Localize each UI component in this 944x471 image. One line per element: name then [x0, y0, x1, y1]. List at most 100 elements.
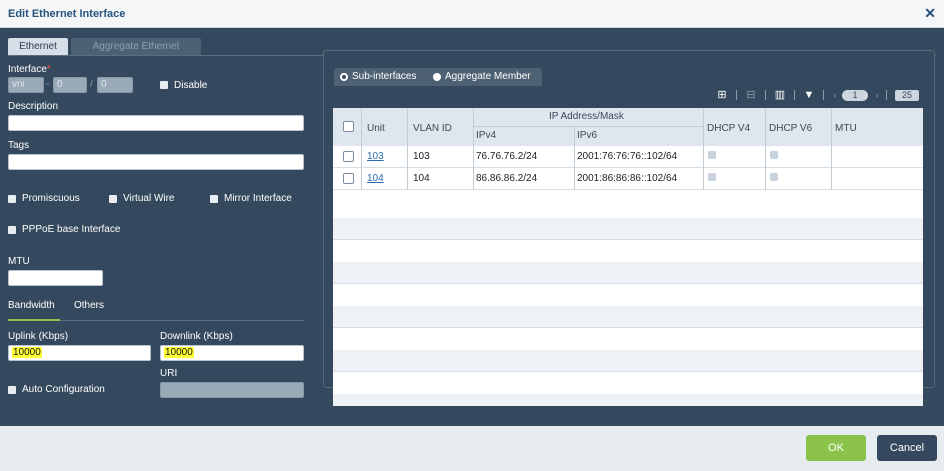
description-field[interactable]	[8, 115, 304, 131]
row-checkbox[interactable]	[343, 173, 354, 184]
ipv6-cell: 2001:86:86:86::102/64	[577, 173, 678, 184]
vlan-id-cell: 103	[413, 151, 430, 162]
col-dhcp-v4[interactable]: DHCP V4	[707, 123, 750, 134]
dhcp-v4-checkbox[interactable]	[708, 151, 716, 159]
row-checkbox[interactable]	[343, 151, 354, 162]
delete-icon[interactable]: ⊟	[745, 89, 757, 101]
col-ipv6[interactable]: IPv6	[577, 130, 597, 141]
required-mark: *	[46, 64, 51, 75]
toolbar-separator	[823, 90, 824, 100]
page-number[interactable]: 1	[842, 90, 868, 101]
empty-row	[333, 306, 923, 328]
columns-icon[interactable]: ▥	[774, 89, 786, 101]
mtu-field[interactable]	[8, 270, 103, 286]
unit-link[interactable]: 103	[367, 151, 384, 162]
virtual-wire-label: Virtual Wire	[123, 193, 175, 204]
unit-link[interactable]: 104	[367, 173, 384, 184]
interface-label: Interface*	[8, 64, 51, 75]
dialog-titlebar: Edit Ethernet Interface ✕	[0, 0, 944, 28]
prev-page-icon[interactable]: ‹	[829, 89, 841, 101]
disable-label: Disable	[174, 80, 208, 91]
interface-type-field[interactable]: vni	[8, 77, 44, 93]
col-dhcp-v6[interactable]: DHCP V6	[769, 123, 812, 134]
next-page-icon[interactable]: ›	[871, 89, 883, 101]
auto-configuration-checkbox[interactable]	[8, 386, 16, 394]
dialog-body: Ethernet Aggregate Ethernet Interface* v…	[0, 28, 944, 426]
interface-port-field[interactable]: 0	[97, 77, 133, 93]
auto-configuration-label: Auto Configuration	[22, 384, 105, 395]
empty-row	[333, 350, 923, 372]
ipv4-cell: 76.76.76.2/24	[476, 151, 538, 162]
interface-separator-dash: -	[46, 79, 50, 90]
pppoe-label: PPPoE base Interface	[22, 224, 121, 235]
col-ipv4[interactable]: IPv4	[476, 130, 496, 141]
mirror-interface-label: Mirror Interface	[224, 193, 292, 204]
member-type-radio-group: Sub-interfaces Aggregate Member	[334, 68, 542, 86]
subtab-active-indicator	[8, 319, 60, 321]
subtab-others[interactable]: Others	[74, 300, 104, 311]
toolbar-separator	[765, 90, 766, 100]
page-size[interactable]: 25	[895, 90, 919, 101]
select-all-checkbox[interactable]	[343, 121, 354, 132]
cancel-button[interactable]: Cancel	[877, 435, 937, 461]
sub-interfaces-radio[interactable]	[340, 73, 348, 81]
table-header: Unit VLAN ID IP Address/Mask IPv4 IPv6 D…	[333, 108, 923, 146]
subtab-bandwidth[interactable]: Bandwidth	[8, 300, 55, 311]
virtual-wire-checkbox[interactable]	[109, 195, 117, 203]
col-divider	[831, 108, 832, 190]
interface-separator-slash: /	[90, 79, 93, 90]
toolbar-separator	[736, 90, 737, 100]
col-unit[interactable]: Unit	[367, 123, 385, 134]
uri-field[interactable]	[160, 382, 304, 398]
dialog-title: Edit Ethernet Interface	[8, 8, 126, 20]
downlink-label: Downlink (Kbps)	[160, 331, 233, 342]
dhcp-v4-checkbox[interactable]	[708, 173, 716, 181]
downlink-field[interactable]: 10000	[160, 345, 304, 361]
uplink-field[interactable]: 10000	[8, 345, 151, 361]
empty-row	[333, 394, 923, 406]
close-icon[interactable]: ✕	[924, 5, 936, 22]
header-group-divider	[473, 126, 703, 127]
table-row[interactable]: 103 103 76.76.76.2/24 2001:76:76:76::102…	[333, 146, 923, 168]
uplink-label: Uplink (Kbps)	[8, 331, 69, 342]
disable-checkbox[interactable]	[160, 81, 168, 89]
col-mtu[interactable]: MTU	[835, 123, 857, 134]
filter-icon[interactable]: ▼	[803, 89, 815, 101]
table-row[interactable]: 104 104 86.86.86.2/24 2001:86:86:86::102…	[333, 168, 923, 190]
sub-interfaces-label: Sub-interfaces	[352, 71, 417, 82]
col-divider	[473, 108, 474, 190]
col-divider	[407, 108, 408, 190]
ok-button[interactable]: OK	[806, 435, 866, 461]
uri-label: URI	[160, 368, 178, 379]
aggregate-member-label: Aggregate Member	[445, 71, 531, 82]
dialog-footer	[0, 426, 944, 471]
toolbar-separator	[886, 90, 887, 100]
col-divider	[574, 126, 575, 190]
ipv4-cell: 86.86.86.2/24	[476, 173, 538, 184]
mirror-interface-checkbox[interactable]	[210, 195, 218, 203]
toolbar-separator	[794, 90, 795, 100]
col-vlan-id[interactable]: VLAN ID	[413, 123, 452, 134]
tab-ethernet[interactable]: Ethernet	[8, 38, 68, 55]
promiscuous-label: Promiscuous	[22, 193, 80, 204]
aggregate-member-radio[interactable]	[433, 73, 441, 81]
vlan-id-cell: 104	[413, 173, 430, 184]
dhcp-v6-checkbox[interactable]	[770, 151, 778, 159]
promiscuous-checkbox[interactable]	[8, 195, 16, 203]
description-label: Description	[8, 101, 59, 112]
col-ip-address-group: IP Address/Mask	[549, 111, 624, 122]
empty-row	[333, 262, 923, 284]
tags-field[interactable]	[8, 154, 304, 170]
dhcp-v6-checkbox[interactable]	[770, 173, 778, 181]
downlink-value: 10000	[164, 347, 194, 358]
tags-label: Tags	[8, 140, 30, 151]
add-icon[interactable]: ⊞	[716, 89, 728, 101]
tab-aggregate-ethernet[interactable]: Aggregate Ethernet	[71, 38, 201, 55]
interface-slot-field[interactable]: 0	[53, 77, 87, 93]
col-divider	[361, 108, 362, 190]
uplink-value: 10000	[12, 347, 42, 358]
subinterfaces-table: Unit VLAN ID IP Address/Mask IPv4 IPv6 D…	[333, 108, 923, 406]
pppoe-checkbox[interactable]	[8, 226, 16, 234]
col-divider	[765, 108, 766, 190]
mtu-label: MTU	[8, 256, 30, 267]
